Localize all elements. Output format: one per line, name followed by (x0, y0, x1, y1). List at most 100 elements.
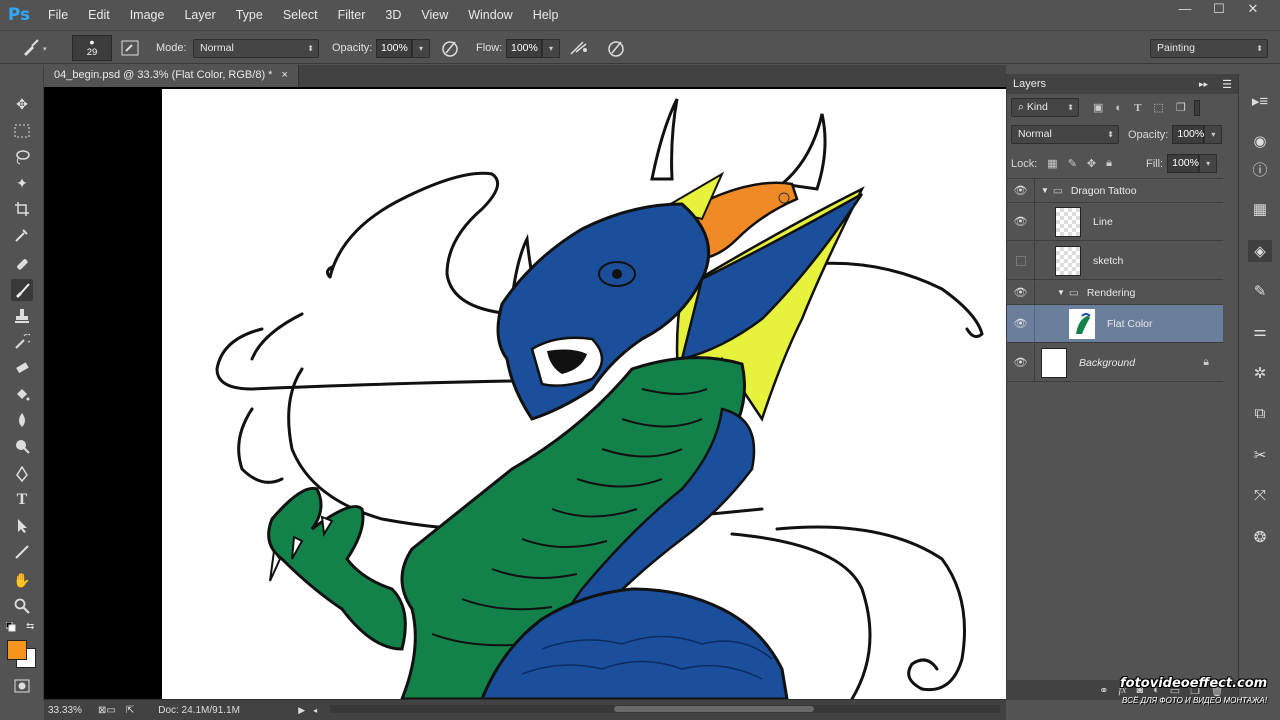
color-panel-icon[interactable]: ◉ (1248, 130, 1272, 152)
eyedropper-tool-icon[interactable] (11, 224, 33, 246)
lock-position-icon[interactable]: ✥ (1087, 157, 1096, 170)
layers-panel-title[interactable]: Layers (1013, 78, 1046, 90)
filter-shape-icon[interactable]: ⬚ (1153, 101, 1163, 114)
menu-help[interactable]: Help (523, 0, 569, 30)
paint-bucket-tool-icon[interactable] (11, 383, 33, 405)
brush-presets-panel-icon[interactable]: ✎ (1248, 280, 1272, 302)
panel-menu-icon[interactable]: ☰ (1222, 78, 1232, 91)
line-tool-icon[interactable] (11, 541, 33, 563)
path-selection-tool-icon[interactable] (11, 515, 33, 537)
visibility-eye-icon[interactable]: 👁︎ (1007, 281, 1035, 304)
menu-edit[interactable]: Edit (78, 0, 120, 30)
filter-adjustment-icon[interactable]: ◐ (1115, 102, 1122, 114)
expand-arrow-icon[interactable]: ▼ (1041, 186, 1049, 195)
visibility-eye-icon[interactable]: 👁︎ (1007, 305, 1035, 342)
menu-select[interactable]: Select (273, 0, 328, 30)
workspace-dropdown[interactable]: Painting ⬍ (1150, 38, 1268, 58)
layer-row-background[interactable]: 👁︎ Background 🔒︎ (1007, 344, 1223, 382)
brush-preset-picker[interactable]: ▾ (20, 38, 50, 58)
filter-kind-dropdown[interactable]: ⌕ Kind ⬍ (1011, 98, 1079, 117)
filter-type-icon[interactable]: T (1134, 102, 1141, 114)
magic-wand-tool-icon[interactable]: ✦ (11, 172, 33, 194)
move-tool-icon[interactable]: ✥ (11, 93, 33, 115)
airbrush-button[interactable] (568, 38, 590, 58)
visibility-eye-icon[interactable]: 👁︎ (1007, 344, 1035, 381)
swap-colors-icon[interactable]: ⇆ (26, 621, 34, 632)
mode-dropdown[interactable]: Normal ⬍ (193, 38, 319, 58)
marquee-tool-icon[interactable] (11, 120, 33, 142)
visibility-eye-icon[interactable]: 👁︎ (1007, 203, 1035, 240)
minimize-button[interactable]: — (1168, 0, 1202, 20)
tool-presets-panel-icon[interactable]: ✲ (1248, 362, 1272, 384)
layer-blend-mode-dropdown[interactable]: Normal ⬍ (1011, 125, 1119, 144)
history-panel-icon[interactable]: ▸≡ (1248, 90, 1272, 112)
default-colors-icon[interactable] (5, 621, 16, 632)
lock-transparent-icon[interactable]: ▦ (1047, 157, 1057, 170)
menu-3d[interactable]: 3D (375, 0, 411, 30)
adjustments-panel-icon[interactable]: ⚌ (1248, 320, 1272, 342)
flow-input[interactable]: 100% (506, 38, 542, 58)
proof-icon[interactable]: ⊠▭ (98, 705, 116, 716)
clone-source-panel-icon[interactable]: ⧉ (1248, 402, 1272, 424)
expand-arrow-icon[interactable]: ▼ (1057, 288, 1065, 297)
zoom-level[interactable]: 33.33% (48, 705, 92, 716)
blur-tool-icon[interactable] (11, 409, 33, 431)
menu-file[interactable]: File (38, 0, 78, 30)
fill-input[interactable]: 100% (1167, 154, 1200, 173)
horizontal-scrollbar[interactable] (330, 705, 1000, 713)
channels-panel-icon[interactable]: ⤧ (1248, 484, 1272, 506)
lock-all-icon[interactable]: 🔒︎ (1106, 157, 1112, 170)
pen-tool-icon[interactable] (11, 463, 33, 485)
link-layers-icon[interactable]: ⚭ (1099, 684, 1108, 697)
menu-type[interactable]: Type (226, 0, 273, 30)
filter-smart-object-icon[interactable]: ❐ (1176, 101, 1186, 114)
menu-image[interactable]: Image (120, 0, 175, 30)
dodge-tool-icon[interactable] (11, 435, 33, 457)
menu-layer[interactable]: Layer (174, 0, 225, 30)
layers-panel-icon[interactable]: ◈ (1248, 240, 1272, 262)
document-tab[interactable]: 04_begin.psd @ 33.3% (Flat Color, RGB/8)… (44, 65, 299, 87)
layer-row-flat-color[interactable]: 👁︎ Flat Color (1007, 305, 1223, 343)
zoom-tool-icon[interactable] (11, 595, 33, 617)
pressure-opacity-button[interactable] (440, 38, 460, 58)
clone-stamp-tool-icon[interactable] (11, 305, 33, 327)
info-panel-icon[interactable]: ⓘ (1248, 158, 1272, 180)
swatches-panel-icon[interactable]: ▦ (1248, 198, 1272, 220)
fill-slider-button[interactable]: ▾ (1199, 154, 1218, 173)
crop-tool-icon[interactable] (11, 198, 33, 220)
styles-panel-icon[interactable]: ❂ (1248, 526, 1272, 548)
brush-tool-icon[interactable] (11, 279, 33, 301)
healing-brush-tool-icon[interactable] (11, 253, 33, 275)
visibility-eye-icon[interactable]: 👁︎ (1007, 179, 1035, 202)
paths-panel-icon[interactable]: ✂ (1248, 444, 1272, 466)
opacity-input[interactable]: 100% (376, 38, 412, 58)
visibility-toggle-off[interactable] (1007, 242, 1035, 279)
scroll-left-icon[interactable]: ◂ (313, 706, 317, 715)
filter-pixel-icon[interactable]: ▣ (1093, 101, 1103, 114)
type-tool-icon[interactable]: T (11, 489, 33, 511)
close-button[interactable]: ✕ (1236, 0, 1270, 20)
filter-toggle[interactable] (1193, 99, 1200, 116)
layer-row-sketch[interactable]: sketch (1007, 242, 1223, 280)
layer-row-rendering[interactable]: 👁︎ ▼ ▭ Rendering (1007, 281, 1223, 305)
opacity-slider-button[interactable]: ▾ (412, 38, 430, 58)
foreground-color-swatch[interactable] (7, 640, 27, 660)
layer-opacity-slider-button[interactable]: ▾ (1204, 125, 1223, 144)
share-icon[interactable]: ⇱ (126, 705, 134, 716)
maximize-button[interactable]: ☐ (1202, 0, 1236, 20)
collapse-panel-icon[interactable]: ▸▸ (1199, 79, 1208, 90)
layer-opacity-input[interactable]: 100% (1172, 125, 1205, 144)
hand-tool-icon[interactable]: ✋ (11, 569, 33, 591)
menu-filter[interactable]: Filter (328, 0, 376, 30)
close-tab-icon[interactable]: × (282, 69, 288, 81)
canvas-area[interactable] (44, 87, 1006, 699)
quick-mask-icon[interactable] (11, 675, 33, 697)
brush-size-picker[interactable]: • 29 (72, 35, 112, 61)
menu-view[interactable]: View (411, 0, 458, 30)
status-menu-arrow-icon[interactable]: ▶ (298, 705, 305, 716)
document-canvas[interactable] (162, 89, 1006, 699)
menu-window[interactable]: Window (458, 0, 522, 30)
layer-row-line[interactable]: 👁︎ Line (1007, 203, 1223, 241)
lock-pixels-icon[interactable]: ✎ (1068, 157, 1077, 170)
eraser-tool-icon[interactable] (11, 357, 33, 379)
